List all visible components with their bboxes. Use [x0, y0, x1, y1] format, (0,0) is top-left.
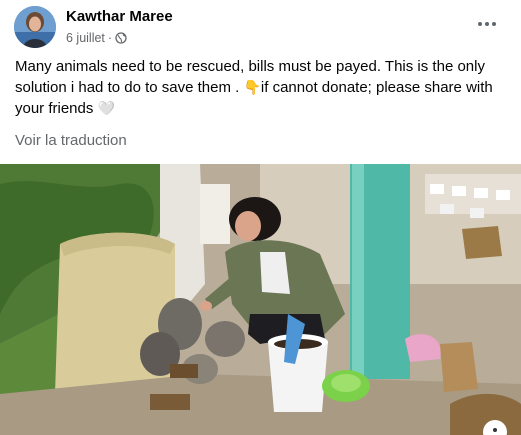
- more-options-icon[interactable]: [474, 14, 500, 34]
- globe-icon: [115, 32, 127, 44]
- pointing-down-emoji: 👇: [243, 79, 261, 95]
- author-avatar[interactable]: [14, 6, 56, 48]
- post-date[interactable]: 6 juillet: [66, 31, 105, 45]
- post-photo[interactable]: [0, 164, 521, 435]
- author-name[interactable]: Kawthar Maree: [66, 8, 173, 25]
- meta-separator: ·: [107, 31, 113, 45]
- post-meta: 6 juillet ·: [66, 31, 127, 45]
- post-text: Many animals need to be rescued, bills m…: [15, 56, 495, 119]
- facebook-post: Kawthar Maree 6 juillet · Many animals n…: [0, 0, 521, 435]
- see-translation-link[interactable]: Voir la traduction: [15, 132, 127, 149]
- white-heart-emoji: 🤍: [97, 100, 115, 116]
